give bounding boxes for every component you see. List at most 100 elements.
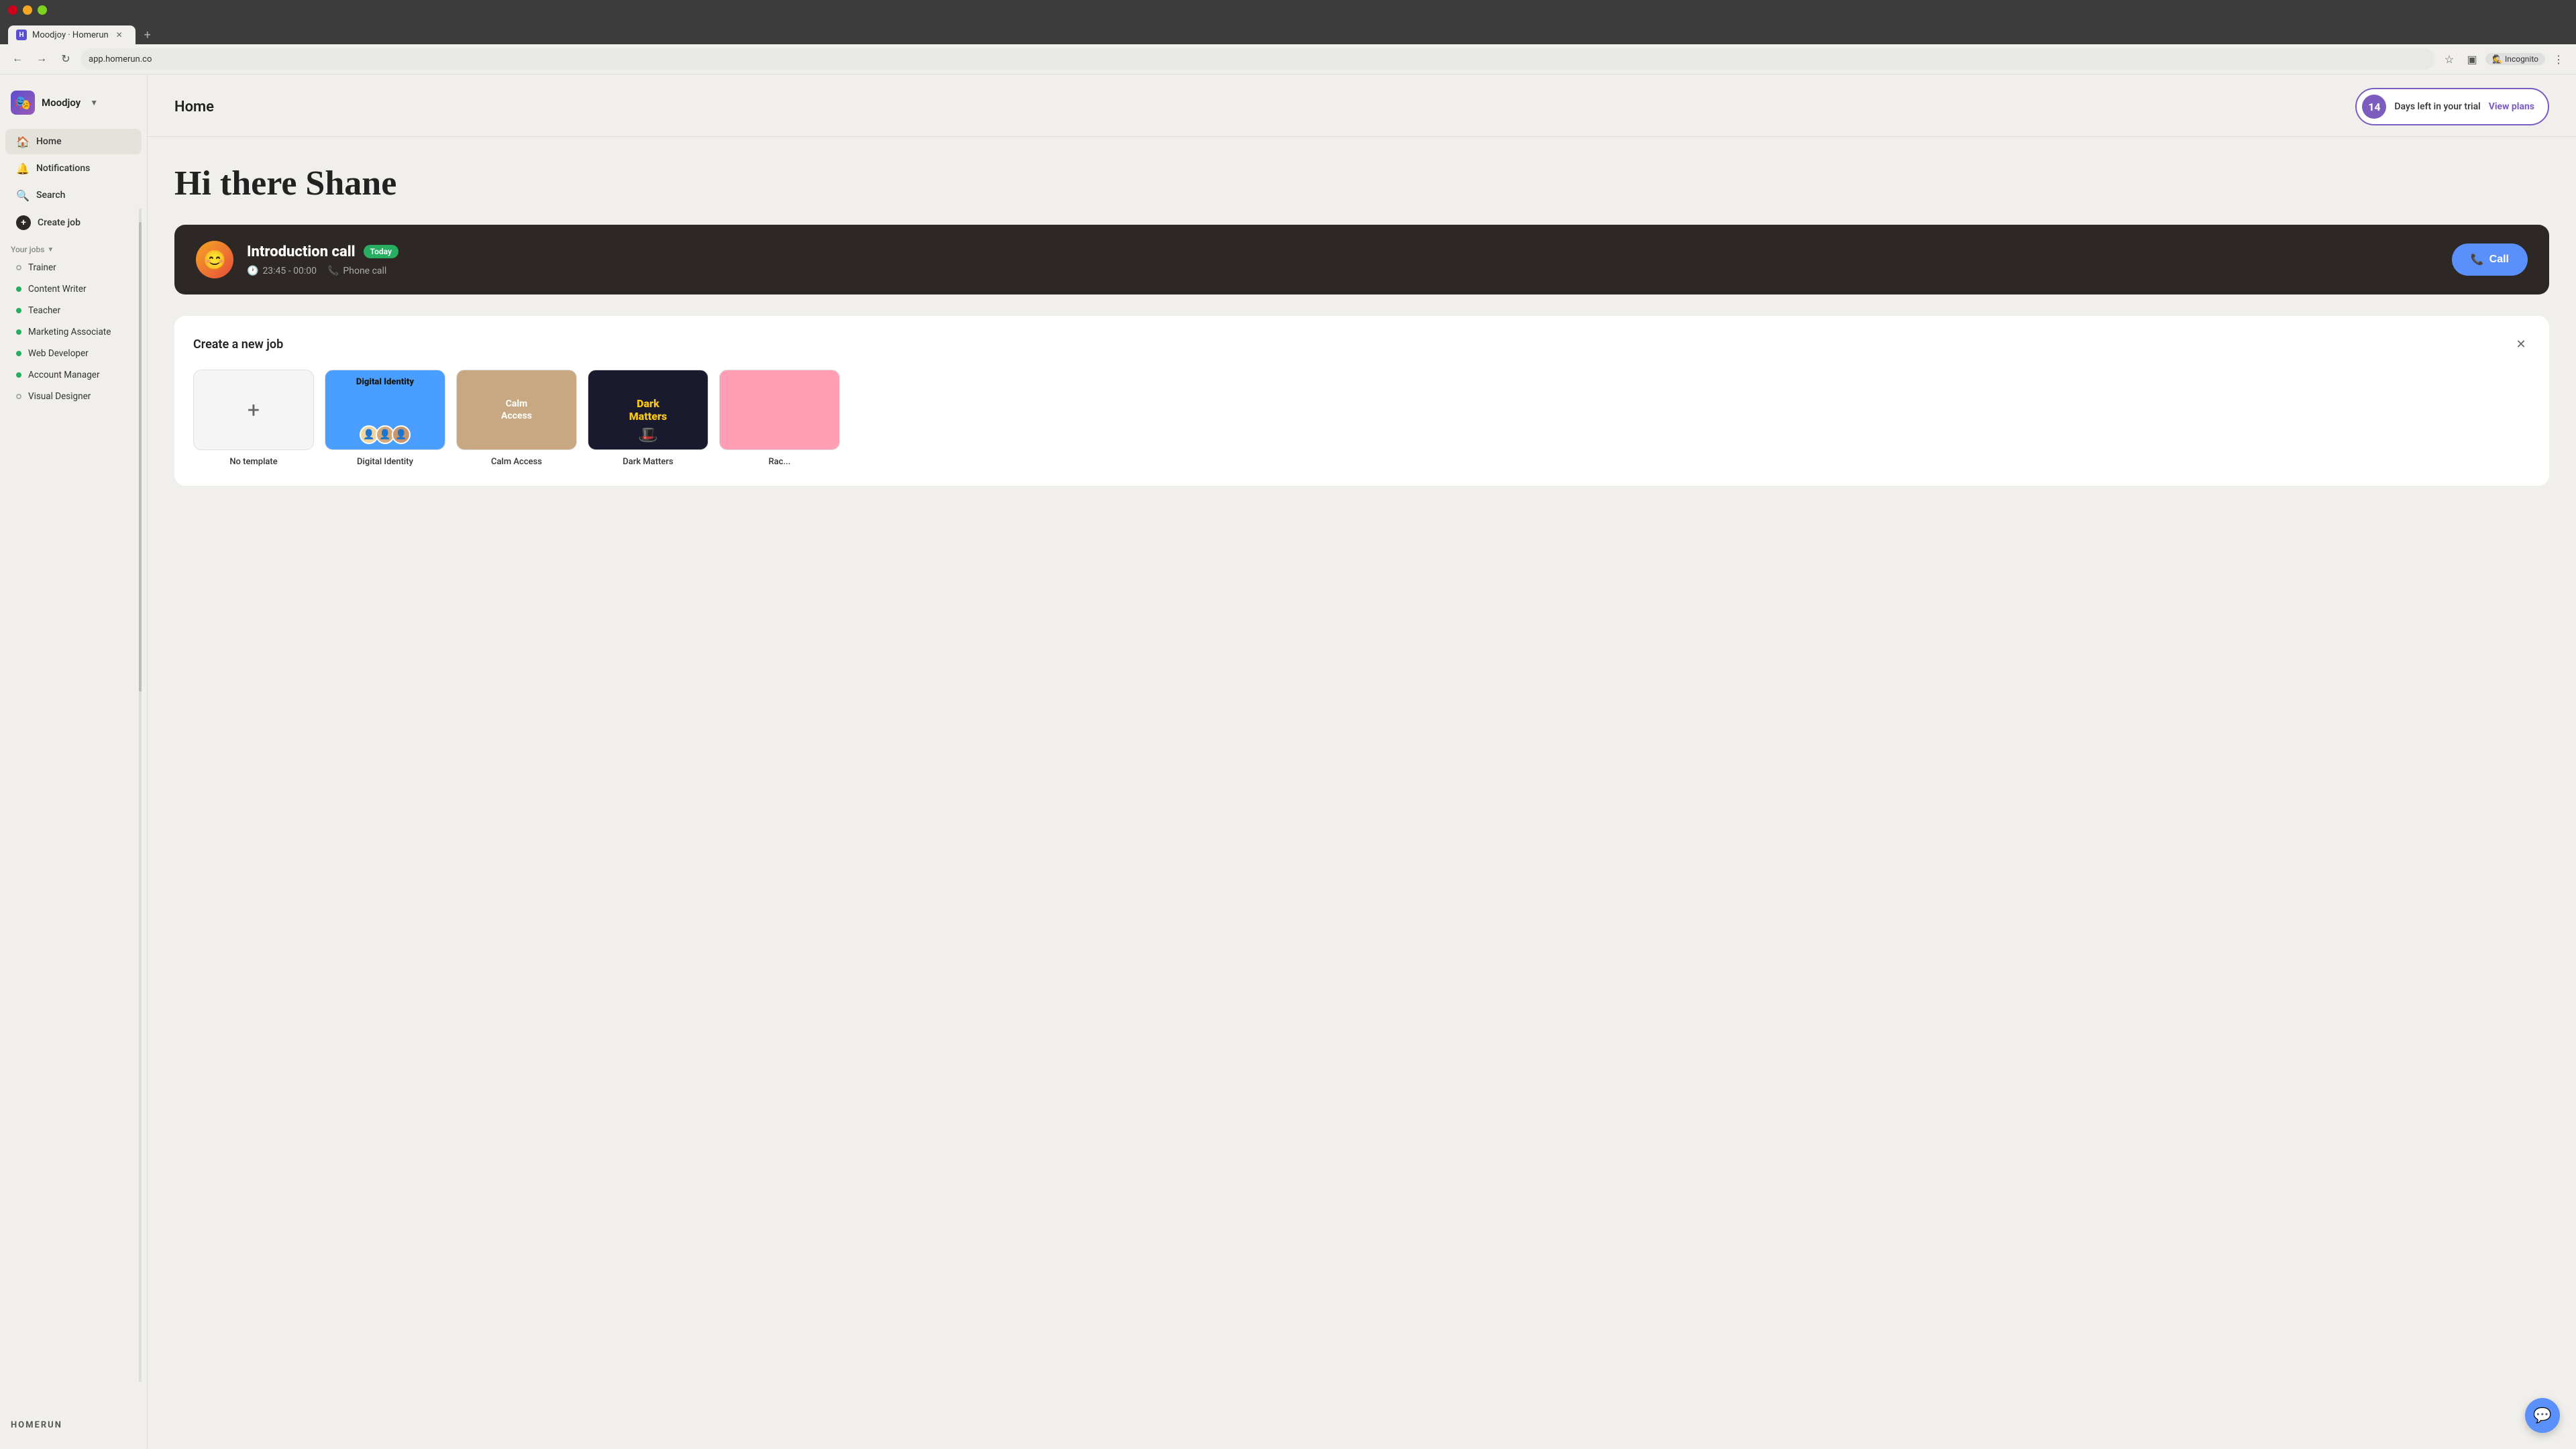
dm-image: 🎩: [638, 425, 658, 444]
toolbar-actions: ☆ ▣ 🕵 Incognito ⋮: [2440, 50, 2568, 68]
incognito-badge: 🕵 Incognito: [2485, 53, 2545, 65]
job-status-dot: [16, 394, 21, 399]
call-button[interactable]: 📞 Call: [2452, 244, 2528, 276]
sidebar-item-notifications[interactable]: 🔔 Notifications: [5, 156, 142, 181]
sidebar-item-search[interactable]: 🔍 Search: [5, 182, 142, 208]
intro-call-card: 😊 Introduction call Today 🕐 23:45 - 00:0…: [174, 225, 2549, 294]
sidebar-item-account-manager[interactable]: Account Manager: [5, 365, 142, 385]
phone-icon: 📞: [327, 266, 339, 276]
homerun-logo: HOMERUN: [11, 1420, 136, 1430]
page-title: Home: [174, 99, 214, 115]
company-name: Moodjoy: [42, 97, 80, 109]
create-job-icon: +: [16, 215, 31, 230]
today-badge: Today: [364, 245, 398, 258]
template-card-calm-access[interactable]: CalmAccess Calm Access: [456, 370, 577, 467]
template-label-no-template: No template: [193, 457, 314, 467]
job-label: Trainer: [28, 262, 56, 273]
sidebar-item-notifications-label: Notifications: [36, 163, 90, 174]
intro-avatar: 😊: [196, 241, 233, 278]
sidebar-item-teacher[interactable]: Teacher: [5, 301, 142, 321]
sidebar-scroll-thumb: [139, 222, 142, 692]
sidebar-item-web-developer[interactable]: Web Developer: [5, 343, 142, 364]
new-tab-button[interactable]: +: [138, 25, 157, 44]
tab-close-button[interactable]: ✕: [114, 30, 125, 40]
window-controls: [8, 5, 47, 15]
notifications-icon: 🔔: [16, 162, 30, 175]
sidebar-item-marketing-associate[interactable]: Marketing Associate: [5, 322, 142, 342]
bookmark-button[interactable]: ☆: [2440, 50, 2459, 68]
job-status-dot: [16, 265, 21, 270]
clock-icon: 🕐: [247, 266, 258, 276]
create-job-title: Create a new job: [193, 337, 283, 352]
main-header: Home 14 Days left in your trial View pla…: [148, 74, 2576, 137]
intro-time: 🕐 23:45 - 00:00: [247, 266, 317, 276]
company-chevron-icon: ▼: [90, 98, 98, 107]
your-jobs-label: Your jobs: [11, 245, 44, 254]
browser-tabs: H Moodjoy · Homerun ✕ +: [0, 20, 2576, 44]
sidebar-item-create-job[interactable]: + Create job: [5, 209, 142, 236]
job-label: Marketing Associate: [28, 327, 111, 337]
back-button[interactable]: ←: [8, 50, 27, 68]
browser-chrome: H Moodjoy · Homerun ✕ + ← → ↻ app.homeru…: [0, 0, 2576, 74]
template-card-no-template[interactable]: + No template: [193, 370, 314, 467]
your-jobs-chevron-icon: ▼: [47, 246, 54, 254]
search-icon: 🔍: [16, 189, 30, 202]
intro-details: 🕐 23:45 - 00:00 📞 Phone call: [247, 266, 2438, 276]
refresh-button[interactable]: ↻: [56, 50, 75, 68]
job-status-dot: [16, 308, 21, 313]
sidebar-toggle-button[interactable]: ▣: [2463, 50, 2481, 68]
sidebar-logo[interactable]: 🎭 Moodjoy ▼: [0, 85, 147, 128]
template-thumbnail-no-template: +: [193, 370, 314, 450]
address-bar[interactable]: app.homerun.co: [80, 48, 2434, 70]
job-status-dot: [16, 286, 21, 292]
sidebar-bottom: HOMERUN: [0, 1412, 147, 1438]
chat-widget-button[interactable]: 💬: [2525, 1398, 2560, 1433]
trial-badge: 14 Days left in your trial View plans: [2355, 88, 2549, 125]
job-label: Teacher: [28, 305, 60, 316]
template-card-digital-identity[interactable]: Digital Identity 👤 👤 👤 Digital Identity: [325, 370, 445, 467]
create-job-close-button[interactable]: ✕: [2512, 335, 2530, 354]
template-card-dark-matters[interactable]: DarkMatters 🎩 Dark Matters: [588, 370, 708, 467]
sidebar-item-trainer[interactable]: Trainer: [5, 258, 142, 278]
tab-favicon: H: [16, 30, 27, 40]
template-label-calm-access: Calm Access: [456, 457, 577, 467]
trial-days-number: 14: [2362, 95, 2386, 119]
main-content: Home 14 Days left in your trial View pla…: [148, 74, 2576, 1449]
incognito-label: Incognito: [2505, 54, 2538, 64]
intro-type-text: Phone call: [343, 266, 386, 276]
forward-button[interactable]: →: [32, 50, 51, 68]
template-thumbnail-calm-access: CalmAccess: [456, 370, 577, 450]
window-close-button[interactable]: [8, 5, 17, 15]
chat-icon: 💬: [2533, 1407, 2551, 1424]
template-thumbnail-digital-identity: Digital Identity 👤 👤 👤: [325, 370, 445, 450]
intro-type: 📞 Phone call: [327, 266, 386, 276]
view-plans-link[interactable]: View plans: [2489, 101, 2534, 112]
trial-text: Days left in your trial: [2394, 101, 2480, 112]
template-label-digital-identity: Digital Identity: [325, 457, 445, 467]
create-job-section: Create a new job ✕ + No template Digital…: [174, 316, 2549, 486]
intro-info: Introduction call Today 🕐 23:45 - 00:00 …: [247, 244, 2438, 276]
template-label-dark-matters: Dark Matters: [588, 457, 708, 467]
job-label: Web Developer: [28, 348, 89, 359]
template-thumbnail-dark-matters: DarkMatters 🎩: [588, 370, 708, 450]
window-minimize-button[interactable]: [23, 5, 32, 15]
incognito-icon: 🕵: [2492, 54, 2502, 64]
window-maximize-button[interactable]: [38, 5, 47, 15]
sidebar-item-visual-designer[interactable]: Visual Designer: [5, 386, 142, 407]
browser-toolbar: ← → ↻ app.homerun.co ☆ ▣ 🕵 Incognito ⋮: [0, 44, 2576, 74]
di-text: Digital Identity: [332, 377, 438, 388]
create-job-label: Create job: [38, 217, 80, 228]
create-job-header: Create a new job ✕: [193, 335, 2530, 354]
call-button-label: Call: [2489, 254, 2509, 266]
job-status-dot: [16, 329, 21, 335]
sidebar-scrollbar[interactable]: [139, 209, 142, 1382]
job-status-dot: [16, 351, 21, 356]
sidebar-item-home[interactable]: 🏠 Home: [5, 129, 142, 154]
sidebar-item-content-writer[interactable]: Content Writer: [5, 279, 142, 299]
menu-button[interactable]: ⋮: [2549, 50, 2568, 68]
di-faces: 👤 👤 👤: [360, 425, 411, 444]
template-card-rac[interactable]: Rac...: [719, 370, 840, 467]
browser-tab-active[interactable]: H Moodjoy · Homerun ✕: [8, 25, 136, 44]
intro-title-row: Introduction call Today: [247, 244, 2438, 260]
face-3: 👤: [392, 425, 411, 444]
